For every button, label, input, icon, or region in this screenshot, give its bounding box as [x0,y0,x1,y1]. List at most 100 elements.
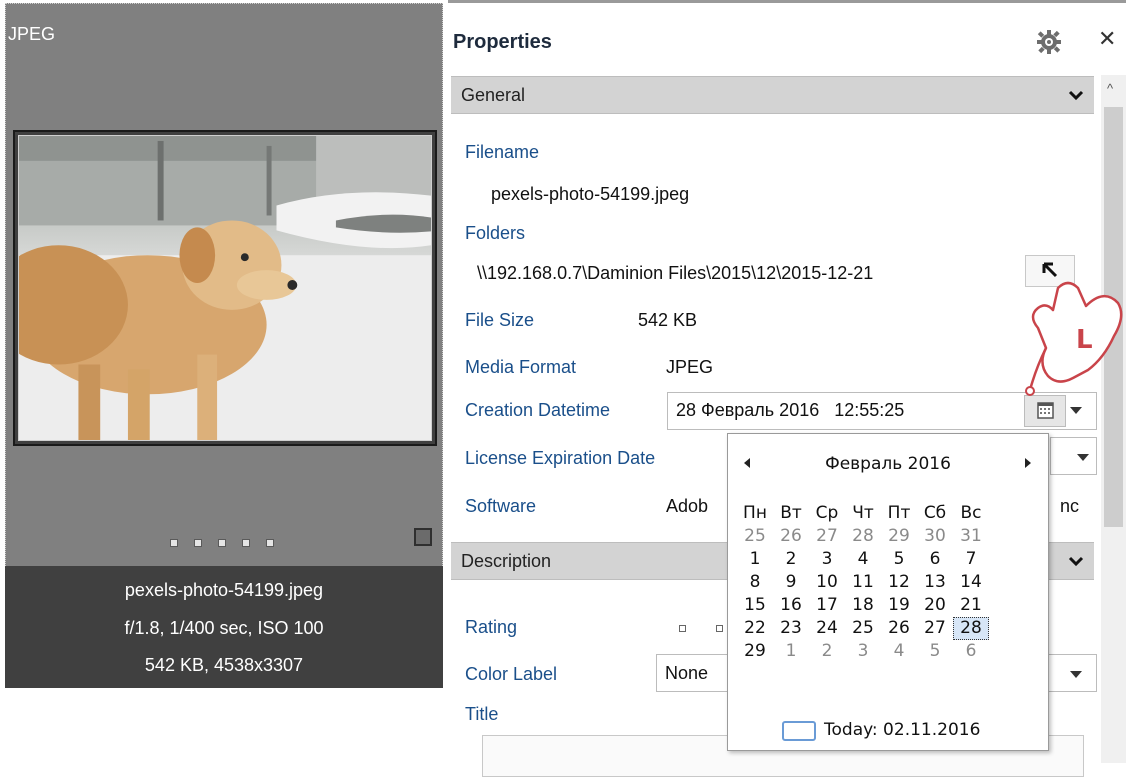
title-label: Title [465,704,499,724]
calendar-day[interactable]: 24 [809,617,845,640]
calendar-day[interactable]: 16 [773,594,809,617]
calendar-day[interactable]: 6 [917,548,953,571]
calendar-day[interactable]: 29 [737,640,773,663]
panel-title: Properties [453,31,552,53]
thumbnail-area[interactable]: JPEG [5,3,443,566]
calendar-day[interactable]: 1 [773,640,809,663]
calendar-day[interactable]: 25 [845,617,881,640]
calendar-day[interactable]: 28 [845,525,881,548]
dog-photo-illustration [19,136,431,440]
calendar-day[interactable]: 4 [845,548,881,571]
rating-dot[interactable] [266,539,274,547]
calendar-day[interactable]: 14 [953,571,989,594]
filename-value: pexels-photo-54199.jpeg [491,184,690,204]
software-value: Adob [666,496,709,516]
mediaformat-label: Media Format [465,357,577,377]
calendar-day[interactable]: 6 [953,640,989,663]
calendar-day[interactable]: 31 [953,525,989,548]
calendar-day[interactable]: 23 [773,617,809,640]
calendar-day[interactable]: 29 [881,525,917,548]
chevron-down-icon[interactable] [1068,87,1084,103]
license-expiration-dropdown[interactable] [1050,437,1097,475]
calendar-day[interactable]: 12 [881,571,917,594]
calendar-week: 29 1 2 3 4 5 6 [737,640,1043,663]
rating-stars[interactable] [679,625,723,632]
calendar-day[interactable]: 10 [809,571,845,594]
calendar-week: 1 2 3 4 5 6 7 [737,548,1043,571]
calendar-grid: Пн Вт Ср Чт Пт Сб Вс 25 26 27 28 29 30 3… [737,502,1043,663]
calendar-day-selected[interactable]: 28 [953,617,989,640]
rating-dot[interactable] [242,539,250,547]
filename-label: Filename [465,142,540,162]
calendar-day[interactable]: 26 [881,617,917,640]
dropdown-arrow-icon[interactable] [1070,407,1082,414]
calendar-day[interactable]: 25 [737,525,773,548]
calendar-day[interactable]: 20 [917,594,953,617]
calendar-day[interactable]: 26 [773,525,809,548]
folders-value: \\192.168.0.7\Daminion Files\2015\12\201… [477,263,874,283]
calendar-day[interactable]: 18 [845,594,881,617]
calendar-day[interactable]: 9 [773,571,809,594]
mediaformat-value: JPEG [666,357,714,377]
calendar-month-label: Февраль 2016 [825,454,951,474]
calendar-week: 22 23 24 25 26 27 28 [737,617,1043,640]
photo-thumbnail[interactable] [13,130,437,446]
today-marker[interactable] [782,721,816,741]
calendar-day[interactable]: 7 [953,548,989,571]
calendar-day[interactable]: 27 [809,525,845,548]
chevron-down-icon[interactable] [1068,553,1084,569]
calendar-day[interactable]: 3 [809,548,845,571]
color-label-value: None [665,663,709,683]
calendar-day[interactable]: 21 [953,594,989,617]
software-value-end: nc [1060,496,1080,516]
rating-dot[interactable] [679,625,686,632]
vertical-scrollbar[interactable]: ^ [1101,75,1126,763]
section-general-header[interactable]: General [451,76,1094,114]
license-expiration-label: License Expiration Date [465,448,656,468]
calendar-day[interactable]: 27 [917,617,953,640]
calendar-icon [1037,402,1054,419]
thumbnail-info: pexels-photo-54199.jpeg f/1.8, 1/400 sec… [5,566,443,688]
rating-label: Rating [465,617,518,637]
calendar-week: 15 16 17 18 19 20 21 [737,594,1043,617]
calendar-popup: Февраль 2016 Пн Вт Ср Чт Пт Сб Вс 25 26 … [727,433,1049,751]
calendar-day[interactable]: 2 [773,548,809,571]
calendar-day[interactable]: 5 [881,548,917,571]
calendar-day[interactable]: 15 [737,594,773,617]
calendar-day[interactable]: 8 [737,571,773,594]
photo-image [18,135,432,441]
calendar-week: 25 26 27 28 29 30 31 [737,525,1043,548]
weekday-header: Пн [743,503,767,523]
folders-label: Folders [465,223,526,243]
calendar-day[interactable]: 4 [881,640,917,663]
gear-icon[interactable] [1036,29,1062,55]
thumbnail-rating-dots[interactable] [170,539,274,547]
thumbnail-select-checkbox[interactable] [414,528,432,546]
next-month-icon[interactable] [1025,458,1031,468]
rating-dot[interactable] [194,539,202,547]
weekday-header: Чт [852,503,874,523]
calendar-button[interactable] [1024,395,1066,427]
thumbnail-panel: JPEG pexels-photo-54199.jpeg f/1.8, 1/40… [0,0,443,688]
calendar-day[interactable]: 5 [917,640,953,663]
calendar-day[interactable]: 11 [845,571,881,594]
creation-datetime-value: 28 Февраль 2016 12:55:25 [676,400,905,420]
rating-dot[interactable] [170,539,178,547]
calendar-today-link[interactable]: Today: 02.11.2016 [824,720,980,740]
filesize-label: File Size [465,310,535,330]
calendar-day[interactable]: 22 [737,617,773,640]
filesize-value: 542 KB [638,310,698,330]
calendar-day[interactable]: 2 [809,640,845,663]
calendar-day[interactable]: 3 [845,640,881,663]
rating-dot[interactable] [716,625,723,632]
hand-pointer-icon: L [1025,281,1123,396]
calendar-day[interactable]: 30 [917,525,953,548]
calendar-day[interactable]: 13 [917,571,953,594]
rating-dot[interactable] [218,539,226,547]
thumbnail-exposure: f/1.8, 1/400 sec, ISO 100 [124,618,324,638]
scroll-up-icon[interactable]: ^ [1107,81,1113,96]
calendar-day[interactable]: 19 [881,594,917,617]
calendar-day[interactable]: 17 [809,594,845,617]
calendar-day[interactable]: 1 [737,548,773,571]
close-icon[interactable]: ✕ [1098,26,1116,52]
